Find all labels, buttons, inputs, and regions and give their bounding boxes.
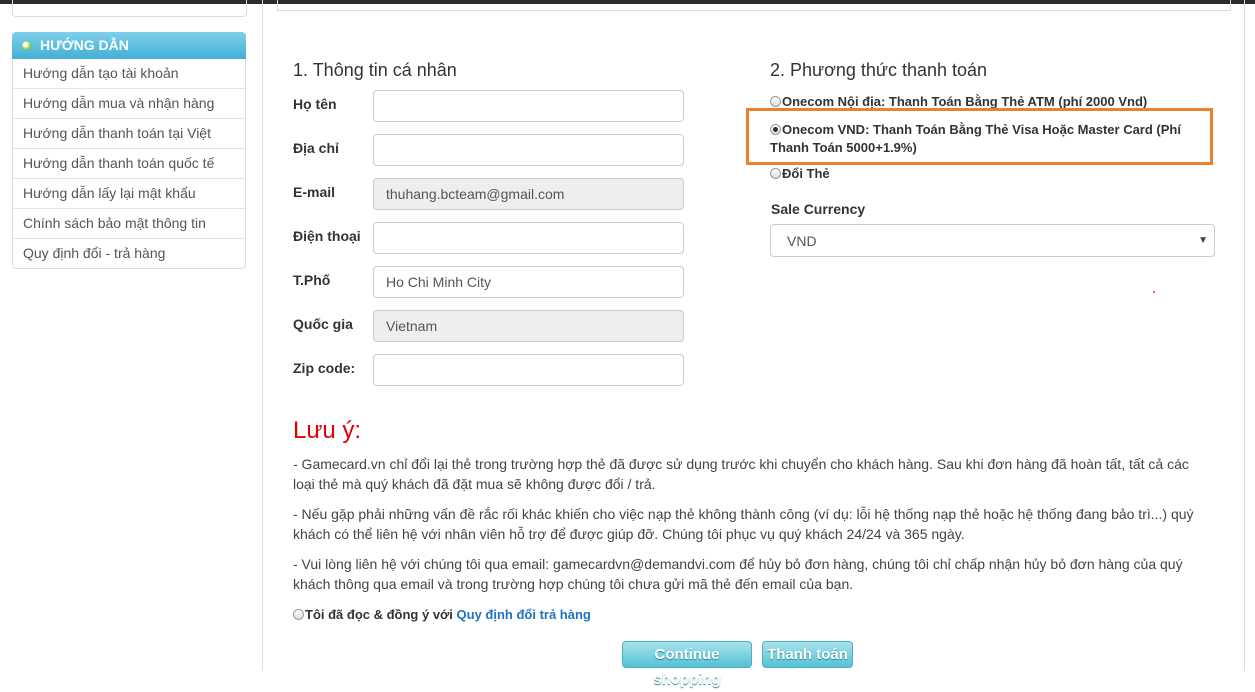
- stray-dot: [1153, 291, 1155, 293]
- address-label: Địa chỉ: [293, 140, 339, 156]
- note-p2-line1: - Nếu gặp phải những vấn đề rắc rối khác…: [293, 506, 1194, 522]
- top-panel-edge: [277, 0, 1231, 11]
- guide-item-recover-password[interactable]: Hướng dẫn lấy lại mật khẩu: [13, 178, 245, 208]
- currency-select[interactable]: VND ▼: [770, 224, 1215, 257]
- note-p1-line2: loại thẻ mà quý khách đã đặt mua sẽ khôn…: [293, 476, 656, 492]
- agree-text: Tôi đã đọc & đồng ý với: [305, 607, 457, 622]
- city-input[interactable]: [373, 266, 684, 298]
- note-paragraph-1: - Gamecard.vn chỉ đổi lại thẻ trong trườ…: [293, 454, 1223, 494]
- payment-option-atm-label: Onecom Nội địa: Thanh Toán Bằng Thẻ ATM …: [782, 94, 1148, 109]
- zipcode-input[interactable]: [373, 354, 684, 386]
- payment-title: 2. Phương thức thanh toán: [770, 60, 988, 80]
- continue-shopping-button[interactable]: Continue shopping: [622, 641, 752, 688]
- zipcode-label: Zip code:: [293, 360, 356, 376]
- radio-atm[interactable]: [770, 96, 781, 107]
- highlight-box: [746, 108, 1213, 165]
- guide-item-privacy-policy[interactable]: Chính sách bảo mật thông tin: [13, 208, 245, 238]
- fullname-label: Họ tên: [293, 96, 337, 112]
- phone-label: Điện thoại: [293, 228, 361, 244]
- country-input[interactable]: [373, 310, 684, 342]
- radio-exchange[interactable]: [770, 168, 781, 179]
- guide-list: Hướng dẫn tạo tài khoản Hướng dẫn mua và…: [12, 59, 246, 269]
- note-title: Lưu ý:: [293, 417, 362, 444]
- agree-radio[interactable]: [293, 609, 304, 620]
- note-p3-line1: - Vui lòng liên hệ với chúng tôi qua ema…: [293, 556, 1183, 572]
- currency-label: Sale Currency: [771, 201, 866, 217]
- note-paragraph-2: - Nếu gặp phải những vấn đề rắc rối khác…: [293, 504, 1223, 544]
- return-policy-link[interactable]: Quy định đổi trả hàng: [457, 607, 591, 622]
- payment-option-exchange-label: Đổi Thẻ: [782, 166, 830, 181]
- address-input[interactable]: [373, 134, 684, 166]
- email-label: E-mail: [293, 184, 336, 200]
- bullet-icon: [22, 41, 31, 50]
- guide-item-create-account[interactable]: Hướng dẫn tạo tài khoản: [13, 59, 245, 88]
- guide-item-pay-vietnam[interactable]: Hướng dẫn thanh toán tại Việt: [13, 118, 245, 148]
- dropdown-caret-icon: ▼: [1198, 235, 1208, 246]
- fullname-input[interactable]: [373, 90, 684, 122]
- guide-header: HƯỚNG DẪN: [12, 32, 246, 59]
- guide-item-buy-receive[interactable]: Hướng dẫn mua và nhận hàng: [13, 88, 245, 118]
- note-p2-line2: khách có thể liên hệ với nhân viên hỗ tr…: [293, 526, 965, 542]
- phone-input[interactable]: [373, 222, 684, 254]
- guide-title: HƯỚNG DẪN: [40, 37, 129, 53]
- currency-value: VND: [787, 233, 817, 249]
- note-p3-line2: khách thông qua email và trong trường hợ…: [293, 576, 854, 592]
- guide-item-return-policy[interactable]: Quy định đổi - trả hàng: [13, 238, 245, 268]
- agree-row[interactable]: Tôi đã đọc & đồng ý với Quy định đổi trả…: [293, 607, 591, 622]
- personal-info-title: 1. Thông tin cá nhân: [293, 60, 457, 80]
- guide-sidebar: HƯỚNG DẪN Hướng dẫn tạo tài khoản Hướng …: [12, 32, 246, 269]
- email-input[interactable]: [373, 178, 684, 210]
- city-label: T.Phố: [293, 272, 331, 288]
- payment-option-exchange[interactable]: Đổi Thẻ: [770, 165, 830, 183]
- country-label: Quốc gia: [293, 316, 353, 332]
- note-p1-line1: - Gamecard.vn chỉ đổi lại thẻ trong trườ…: [293, 456, 1189, 472]
- checkout-button[interactable]: Thanh toán: [762, 641, 853, 668]
- note-paragraph-3: - Vui lòng liên hệ với chúng tôi qua ema…: [293, 554, 1223, 594]
- guide-item-pay-international[interactable]: Hướng dẫn thanh toán quốc tế: [13, 148, 245, 178]
- sidebar-previous-box: [12, 0, 247, 17]
